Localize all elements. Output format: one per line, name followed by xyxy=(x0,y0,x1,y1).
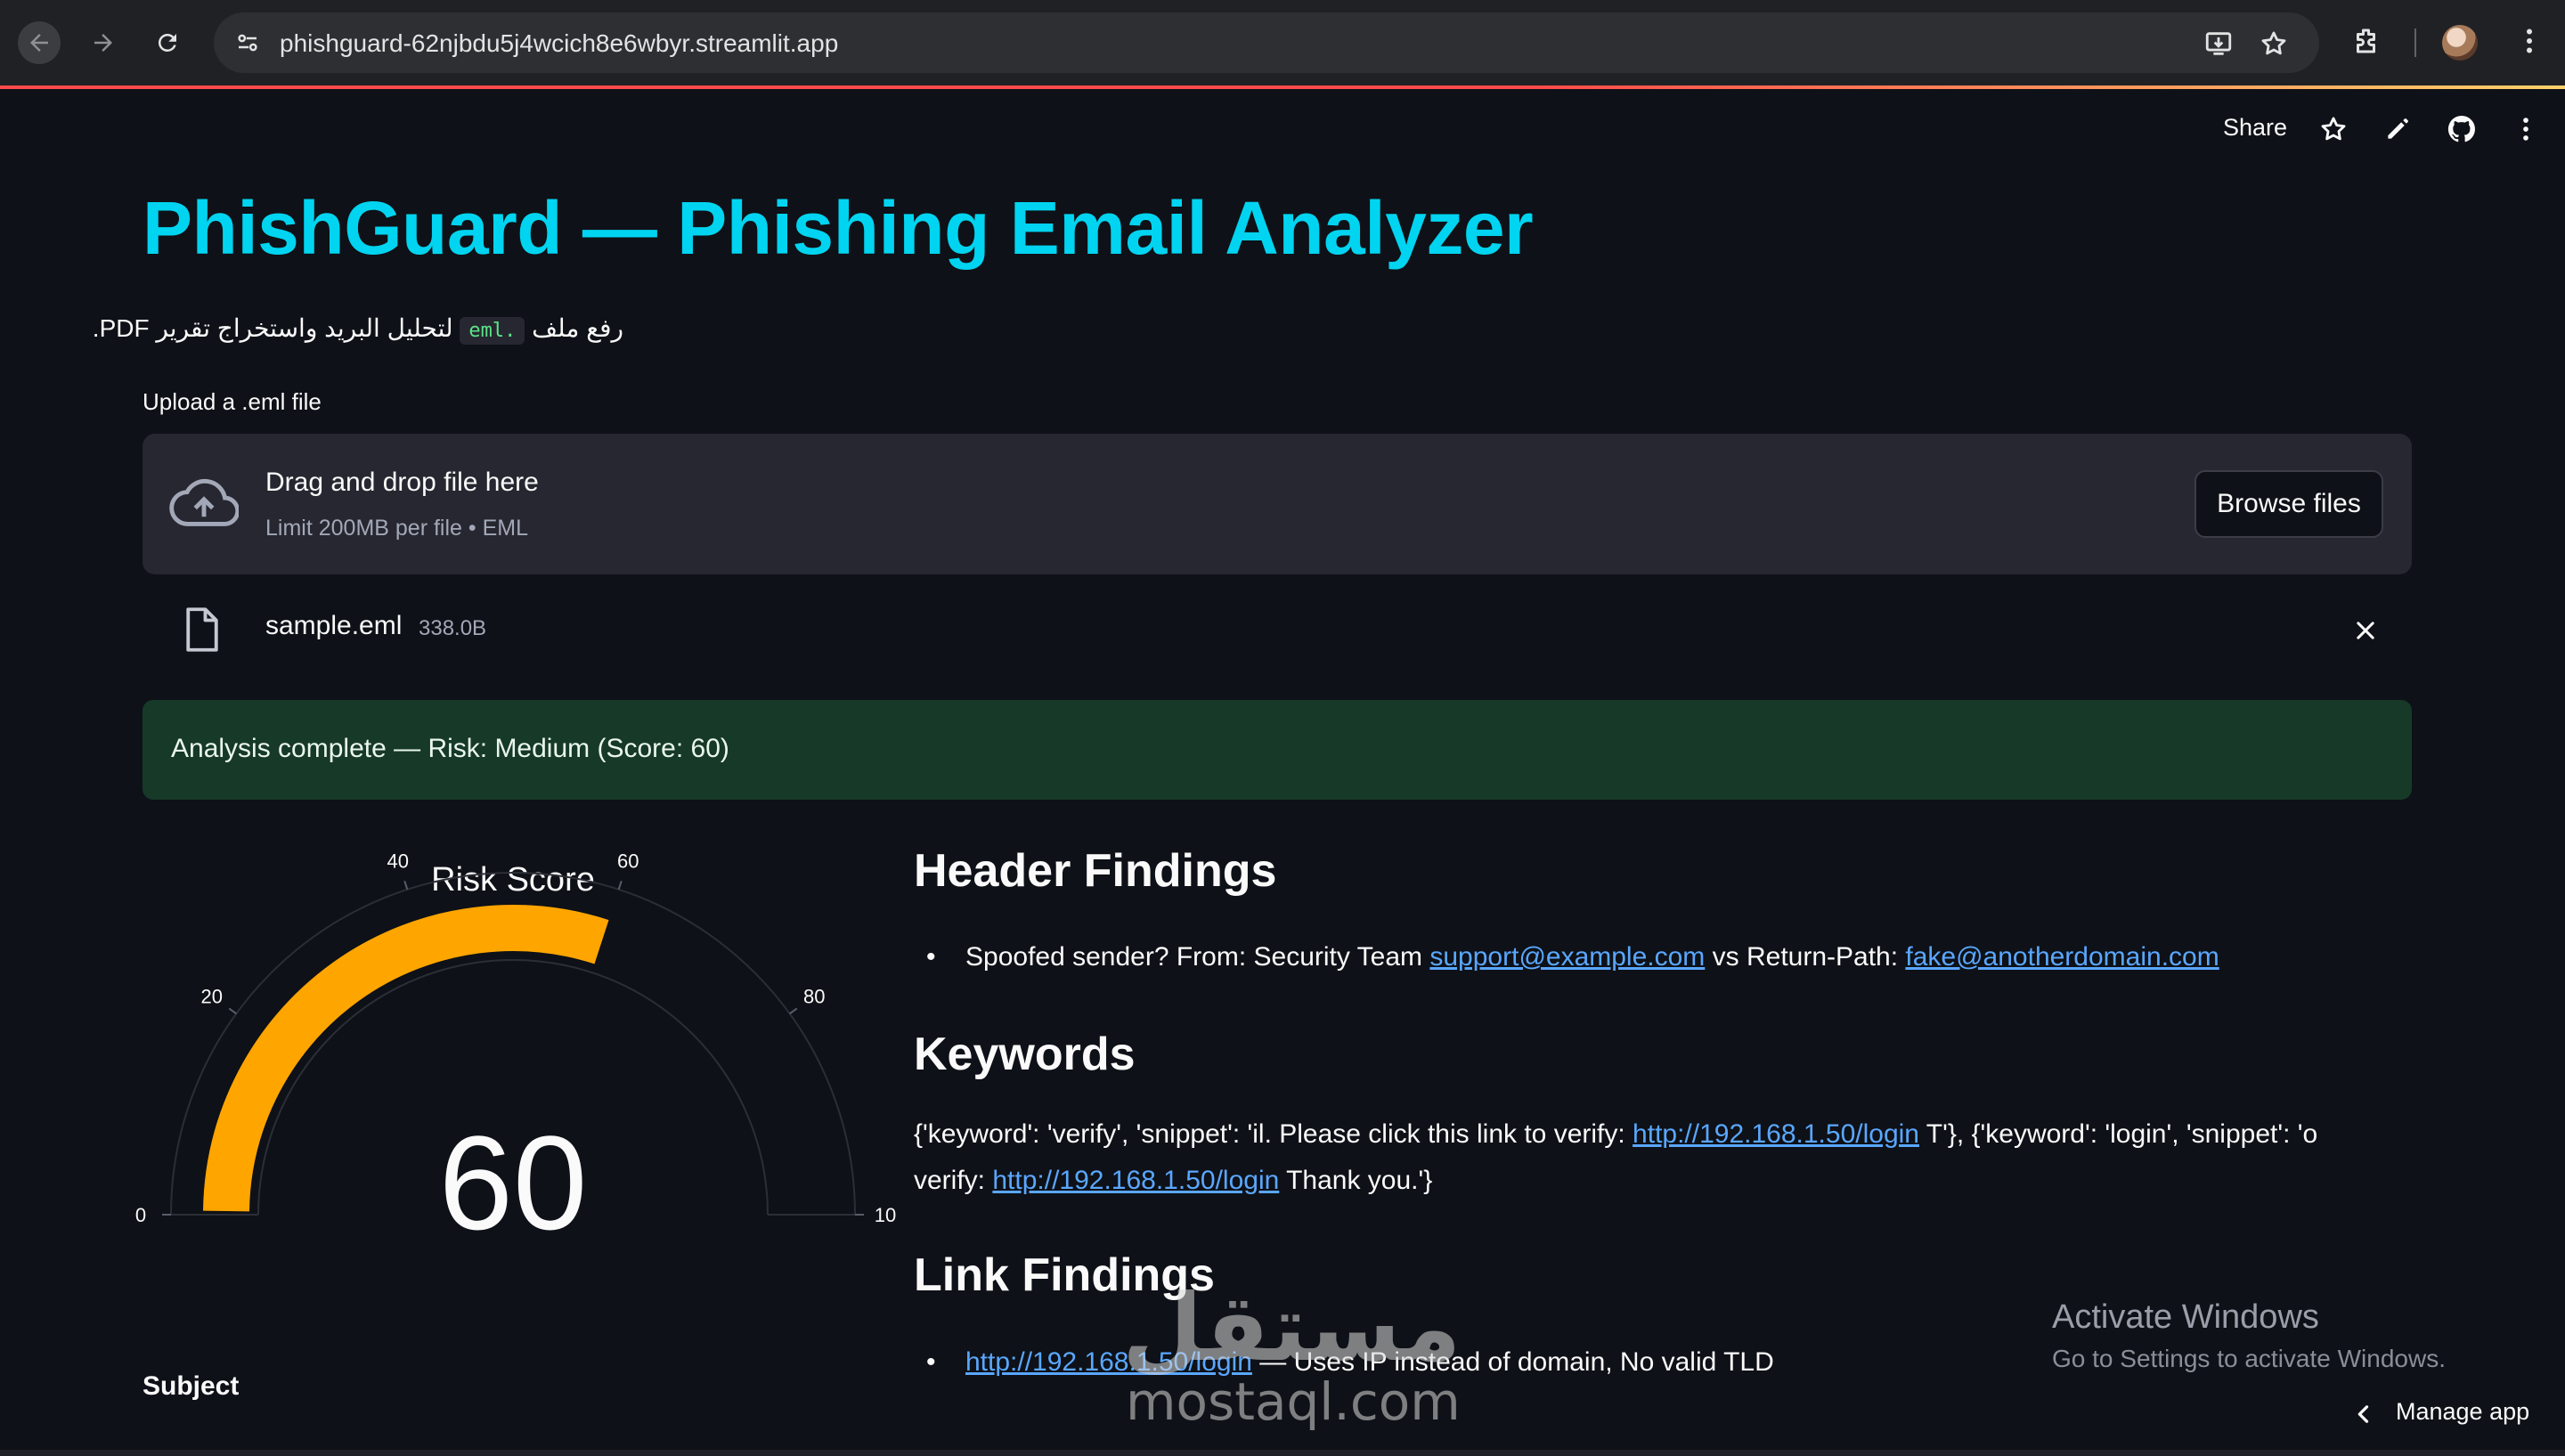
gauge-value-number: 60 xyxy=(439,1108,588,1257)
arrow-right-icon xyxy=(94,34,112,52)
status-success-box: Analysis complete — Risk: Medium (Score:… xyxy=(142,700,2412,800)
gauge-tick-label: 80 xyxy=(803,985,825,1007)
manage-app-button[interactable]: Manage app xyxy=(2342,1393,2565,1437)
from-email-link[interactable]: support@example.com xyxy=(1429,942,1705,972)
status-message: Analysis complete — Risk: Medium (Score:… xyxy=(171,734,729,763)
gauge-tick-mark xyxy=(228,1007,237,1015)
gauge-tick-mark xyxy=(617,880,623,891)
streamlit-decoration-bar xyxy=(0,85,2565,89)
keywords-line-2-suffix: Thank you.'} xyxy=(1279,1166,1433,1195)
toolbar-divider xyxy=(2414,28,2416,57)
share-button[interactable]: Share xyxy=(2223,114,2287,142)
gauge-tick-label: 20 xyxy=(201,985,223,1007)
profile-avatar[interactable] xyxy=(2442,25,2478,61)
file-dropzone[interactable]: Drag and drop file here Limit 200MB per … xyxy=(142,434,2412,574)
mostaql-watermark: مستقل mostaql.com xyxy=(1122,1273,1461,1434)
keywords-line-1-prefix: {'keyword': 'verify', 'snippet': 'il. Pl… xyxy=(914,1119,1633,1149)
back-button[interactable] xyxy=(18,21,61,64)
reload-icon xyxy=(158,33,176,52)
gauge-tick-label: 60 xyxy=(617,850,639,873)
subtitle-after: لتحليل البريد واستخراج تقرير PDF. xyxy=(92,314,453,342)
github-icon[interactable] xyxy=(2444,111,2480,147)
url-text: phishguard-62njbdu5j4wcich8e6wbyr.stream… xyxy=(280,29,839,57)
gauge-tick-label: 40 xyxy=(387,850,409,873)
dropzone-title: Drag and drop file here xyxy=(265,468,539,497)
bookmark-star-icon[interactable] xyxy=(2259,28,2289,59)
install-app-icon[interactable] xyxy=(2203,28,2234,59)
activate-windows-subtitle: Go to Settings to activate Windows. xyxy=(2052,1345,2446,1372)
app-menu-icon[interactable] xyxy=(2508,111,2544,147)
cloud-upload-icon xyxy=(169,478,239,526)
file-icon xyxy=(186,607,218,652)
gauge-tick-mark xyxy=(789,1007,798,1015)
header-finding-middle: vs Return-Path: xyxy=(1705,942,1906,972)
edit-pencil-icon[interactable] xyxy=(2380,111,2415,147)
page-subtitle: رفع ملف .eml لتحليل البريد واستخراج تقري… xyxy=(93,313,623,345)
return-path-email-link[interactable]: fake@anotherdomain.com xyxy=(1905,942,2219,972)
uploaded-file-row: sample.eml 338.0B xyxy=(142,595,2412,666)
upload-label: Upload a .eml file xyxy=(142,388,322,415)
close-icon xyxy=(2357,622,2374,639)
keywords-line-1: {'keyword': 'verify', 'snippet': 'il. Pl… xyxy=(914,1111,2317,1158)
header-findings-heading: Header Findings xyxy=(914,845,1277,897)
address-bar[interactable]: phishguard-62njbdu5j4wcich8e6wbyr.stream… xyxy=(214,12,2319,73)
risk-gauge: Risk Score 0 20 40 60 80 10 60 xyxy=(134,846,900,1291)
remove-file-button[interactable] xyxy=(2348,613,2383,648)
extensions-icon[interactable] xyxy=(2349,23,2385,59)
keyword-url-link-2[interactable]: http://192.168.1.50/login xyxy=(992,1166,1279,1195)
subtitle-code: .eml xyxy=(460,317,525,345)
favorite-star-icon[interactable] xyxy=(2316,111,2351,147)
keywords-line-2: verify: http://192.168.1.50/login Thank … xyxy=(914,1158,1432,1204)
manage-app-label: Manage app xyxy=(2396,1398,2530,1425)
activate-windows-title: Activate Windows xyxy=(2052,1298,2319,1336)
risk-gauge-svg: Risk Score 0 20 40 60 80 10 60 xyxy=(135,850,896,1258)
keyword-url-link-1[interactable]: http://192.168.1.50/login xyxy=(1633,1119,1919,1149)
keywords-heading: Keywords xyxy=(914,1029,1136,1080)
site-settings-icon[interactable] xyxy=(230,25,265,61)
gauge-title: Risk Score xyxy=(431,861,595,899)
uploaded-file-size: 338.0B xyxy=(419,616,487,640)
forward-button[interactable] xyxy=(82,21,125,64)
chevron-left-icon xyxy=(2357,1405,2369,1423)
bottom-edge xyxy=(0,1450,2565,1456)
page-title: PhishGuard — Phishing Email Analyzer xyxy=(142,186,1534,270)
dropzone-limit: Limit 200MB per file • EML xyxy=(265,516,528,541)
keywords-line-1-suffix: T'}, {'keyword': 'login', 'snippet': 'o xyxy=(1918,1119,2318,1149)
header-finding-item: Spoofed sender? From: Security Team supp… xyxy=(926,942,2219,972)
arrow-left-icon xyxy=(30,34,48,52)
subtitle-before: رفع ملف xyxy=(532,314,623,342)
subject-heading: Subject xyxy=(142,1371,240,1401)
gauge-tick-mark xyxy=(403,880,409,891)
browse-files-button[interactable]: Browse files xyxy=(2194,470,2383,538)
reload-button[interactable] xyxy=(146,21,189,64)
uploaded-file-name: sample.eml xyxy=(265,611,403,640)
gauge-tick-label: 0 xyxy=(135,1204,146,1226)
browser-chrome: phishguard-62njbdu5j4wcich8e6wbyr.stream… xyxy=(0,0,2565,85)
watermark-latin: mostaql.com xyxy=(1126,1371,1461,1432)
keywords-line-2-prefix: verify: xyxy=(914,1166,993,1195)
header-finding-prefix: Spoofed sender? From: Security Team xyxy=(965,942,1430,972)
gauge-tick-label: 10 xyxy=(875,1204,896,1226)
watermark-arabic: مستقل xyxy=(1122,1273,1462,1382)
browser-menu-icon[interactable] xyxy=(2512,23,2547,59)
